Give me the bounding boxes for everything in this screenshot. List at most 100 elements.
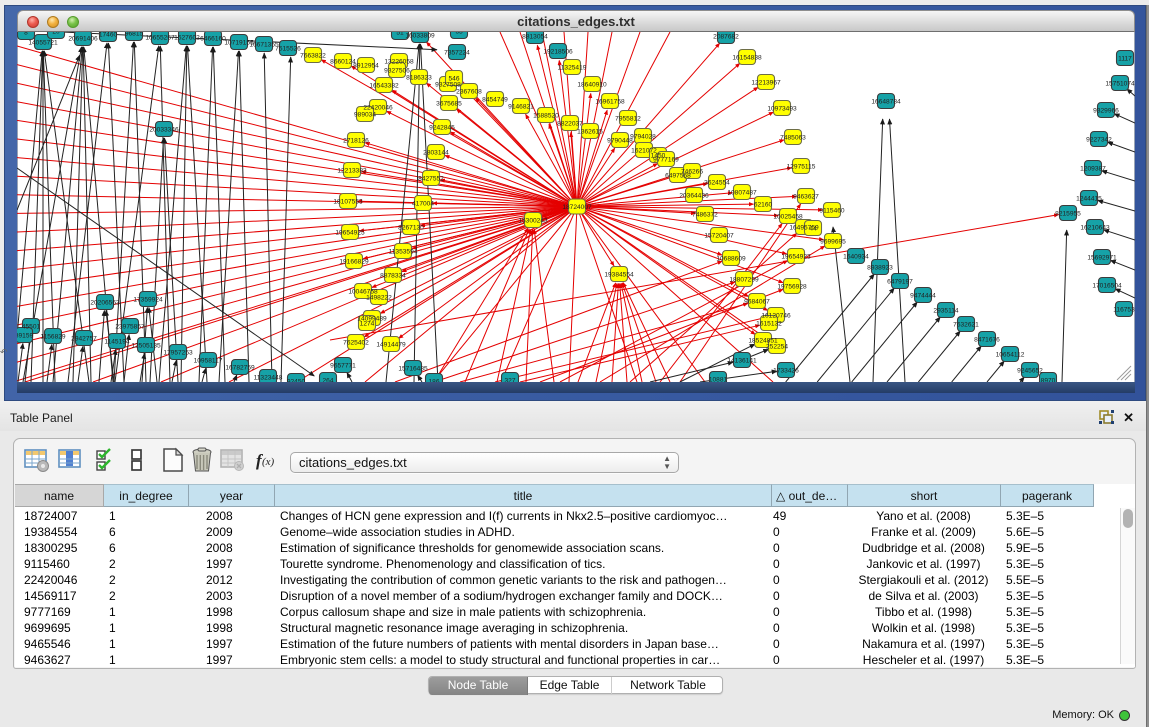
svg-text:12975115: 12975115 [787,163,816,170]
svg-text:9657771: 9657771 [330,362,356,369]
svg-text:7485063: 7485063 [780,134,806,141]
svg-text:16543382: 16543382 [369,82,399,89]
svg-text:1209387: 1209387 [1080,165,1106,172]
svg-text:9463627: 9463627 [793,193,819,200]
svg-text:8186323: 8186323 [406,74,432,81]
svg-text:9242845: 9242845 [429,124,455,131]
svg-text:11353594: 11353594 [389,248,418,255]
svg-text:20206563: 20206563 [90,299,120,306]
svg-text:22420046: 22420046 [363,104,393,111]
svg-text:18107553: 18107553 [333,198,363,205]
svg-text:19218506: 19218506 [543,48,573,55]
svg-text:1615132: 1615132 [756,320,782,327]
svg-text:7663822: 7663822 [300,52,326,59]
svg-text:9227342: 9227342 [1086,136,1112,143]
svg-text:62160: 62160 [754,201,773,208]
svg-text:6479197: 6479197 [887,278,913,285]
svg-text:9329966: 9329966 [1093,107,1119,114]
svg-text:417004: 417004 [412,200,434,207]
svg-text:45501: 45501 [22,323,41,330]
svg-text:14914479: 14914479 [376,341,406,348]
svg-text:1527602: 1527602 [174,34,200,41]
svg-text:10025458: 10025458 [773,213,803,220]
svg-text:9474444: 9474444 [910,292,936,299]
svg-text:11323448: 11323448 [254,374,283,381]
svg-text:3675685: 3675685 [436,100,462,107]
svg-text:2935114: 2935114 [933,307,959,314]
svg-text:9245652: 9245652 [1017,367,1043,374]
svg-text:39159: 39159 [17,332,33,339]
svg-text:1117: 1117 [1118,55,1132,62]
svg-text:16120746: 16120746 [761,312,791,319]
svg-text:16648784: 16648784 [871,98,901,105]
svg-text:17359924: 17359924 [133,296,163,303]
svg-text:16033809: 16033809 [405,32,435,39]
svg-text:8878334: 8878334 [380,272,406,279]
svg-text:1145194: 1145194 [104,338,130,345]
svg-text:746266: 746266 [681,168,703,175]
svg-text:10655267: 10655267 [145,34,175,41]
svg-text:14136141: 14136141 [727,357,757,364]
svg-text:8938923: 8938923 [867,264,893,271]
svg-text:8215955: 8215955 [1055,210,1081,217]
svg-text:1244415: 1244415 [1076,195,1102,202]
svg-text:10807487: 10807487 [727,189,757,196]
svg-text:1156829: 1156829 [40,333,66,340]
svg-text:20364436: 20364436 [679,192,709,199]
svg-text:989034: 989034 [354,111,376,118]
svg-text:9327508: 9327508 [435,81,461,88]
svg-text:19654923: 19654923 [781,253,811,260]
svg-text:20691406: 20691406 [68,35,98,42]
svg-text:44: 44 [809,225,817,232]
svg-text:2087682: 2087682 [713,33,739,40]
svg-text:10688609: 10688609 [716,255,746,262]
svg-text:16961758: 16961758 [595,98,625,105]
svg-text:2718126: 2718126 [343,137,369,144]
svg-text:15751074: 15751074 [1105,80,1135,87]
svg-text:8427552: 8427552 [418,175,444,182]
svg-text:17957253: 17957253 [163,349,193,356]
svg-text:15720407: 15720407 [704,232,734,239]
svg-text:10973493: 10973493 [767,105,797,112]
svg-text:13226058: 13226058 [384,58,414,65]
svg-text:20033346: 20033346 [149,126,179,133]
svg-text:7357224: 7357224 [444,49,470,56]
svg-text:8454749: 8454749 [482,96,508,103]
svg-text:12213383: 12213383 [337,167,367,174]
svg-text:2942757: 2942757 [71,335,97,342]
svg-text:9699695: 9699695 [820,238,846,245]
svg-text:16782759: 16782759 [225,364,255,371]
svg-text:8471676: 8471676 [974,336,1000,343]
svg-text:19654925: 19654925 [335,229,365,236]
svg-text:9146821: 9146821 [508,103,534,110]
svg-text:18724007: 18724007 [562,204,592,211]
svg-text:12213967: 12213967 [751,79,781,86]
svg-text:18807299: 18807299 [729,276,759,283]
svg-text:2367608: 2367608 [456,88,482,95]
svg-text:6466160: 6466160 [200,35,226,42]
svg-text:16210643: 16210643 [1080,224,1110,231]
svg-text:8813054: 8813054 [522,33,548,40]
svg-text:1588520: 1588520 [533,112,559,119]
svg-text:14055721: 14055721 [28,39,58,46]
svg-text:3624554: 3624554 [704,179,730,186]
svg-text:10654112: 10654112 [996,351,1025,358]
svg-text:19756928: 19756928 [777,283,807,290]
svg-text:7955812: 7955812 [615,115,641,122]
svg-text:546: 546 [448,75,459,82]
svg-text:12505135: 12505135 [131,342,161,349]
svg-text:15716485: 15716485 [398,365,428,372]
svg-text:7632621: 7632621 [953,321,979,328]
svg-text:9327506: 9327506 [384,67,410,74]
svg-text:8912954: 8912954 [353,62,379,69]
svg-text:17016504: 17016504 [1092,282,1122,289]
svg-text:252254: 252254 [766,343,788,350]
svg-text:1640934: 1640934 [843,253,869,260]
svg-text:16154838: 16154838 [732,54,762,61]
svg-text:10958117: 10958117 [194,357,223,364]
svg-text:19384554: 19384554 [604,271,634,278]
svg-text:7515526: 7515526 [275,45,301,52]
svg-text:18640910: 18640910 [577,81,607,88]
svg-text:9794028: 9794028 [630,133,656,140]
svg-text:(x): (x) [262,456,275,468]
